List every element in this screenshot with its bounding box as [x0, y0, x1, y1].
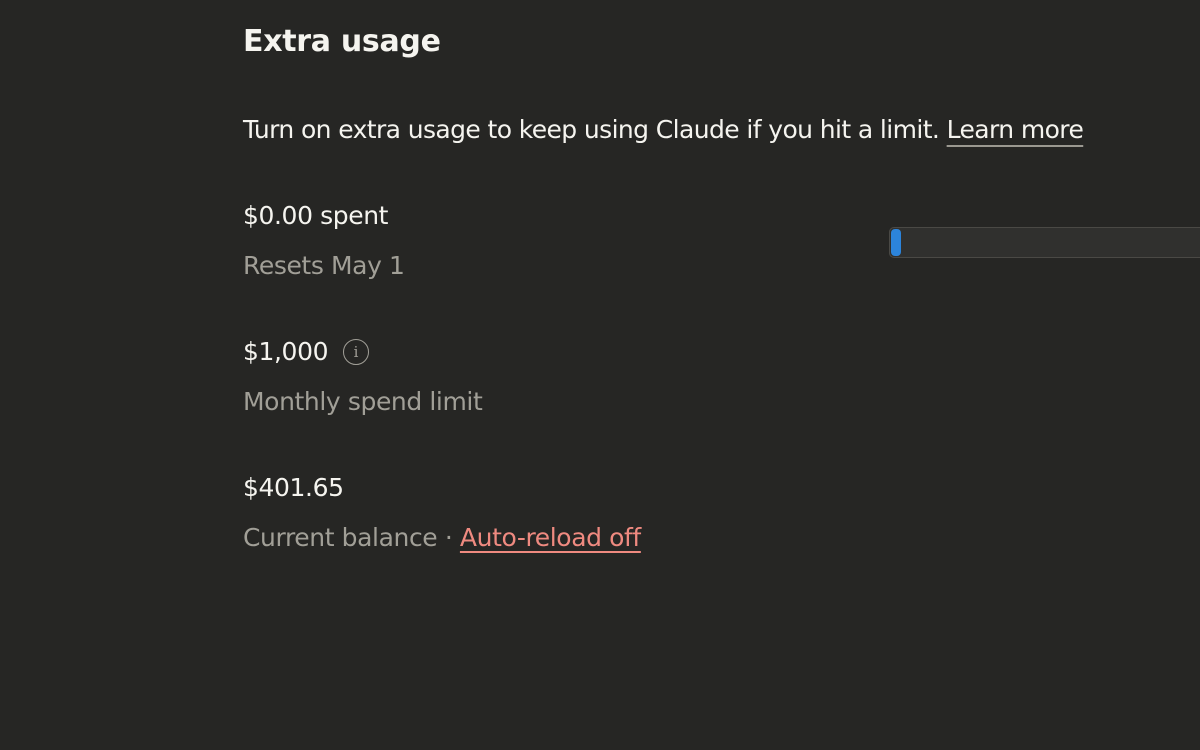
balance-row: Current balance · Auto-reload off: [243, 521, 641, 555]
section-description: Turn on extra usage to keep using Claude…: [243, 112, 1084, 148]
usage-progress-bar: [889, 227, 1200, 258]
usage-progress-fill: [891, 229, 901, 256]
balance-label: Current balance: [243, 523, 438, 552]
extra-usage-panel: Extra usage Turn on extra usage to keep …: [0, 0, 1200, 750]
separator-dot: ·: [444, 523, 453, 552]
spend-limit-label: Monthly spend limit: [243, 387, 483, 416]
description-text: Turn on extra usage to keep using Claude…: [243, 115, 940, 144]
balance-amount: $401.65: [243, 473, 344, 502]
info-icon[interactable]: i: [343, 339, 369, 365]
spent-amount: $0.00 spent: [243, 201, 389, 230]
auto-reload-link[interactable]: Auto-reload off: [460, 523, 641, 552]
spend-limit-amount: $1,000: [243, 337, 329, 366]
reset-date: Resets May 1: [243, 251, 405, 280]
section-title: Extra usage: [243, 24, 441, 59]
learn-more-link[interactable]: Learn more: [947, 115, 1084, 144]
